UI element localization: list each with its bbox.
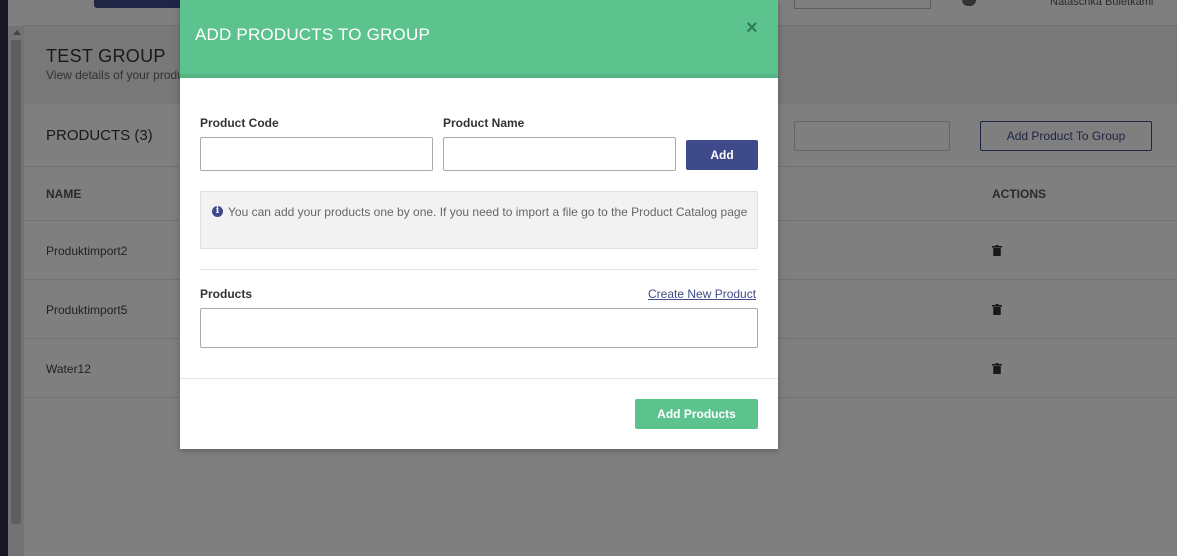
product-name-input[interactable] [443, 137, 676, 171]
products-label: Products [200, 287, 253, 301]
create-new-product-link[interactable]: Create New Product [648, 287, 756, 301]
info-icon: i [212, 206, 223, 217]
product-code-label: Product Code [200, 116, 279, 130]
add-products-modal: ADD PRODUCTS TO GROUP × Product Code Pro… [180, 0, 778, 449]
modal-header: ADD PRODUCTS TO GROUP × [180, 0, 778, 78]
modal-title: ADD PRODUCTS TO GROUP [195, 25, 430, 44]
close-icon[interactable]: × [746, 18, 758, 38]
product-name-label: Product Name [443, 116, 525, 130]
products-select-field[interactable] [200, 308, 758, 348]
add-products-button[interactable]: Add Products [635, 399, 758, 429]
info-message: i You can add your products one by one. … [200, 191, 758, 249]
add-button[interactable]: Add [686, 140, 758, 170]
section-divider [200, 269, 758, 270]
product-code-input[interactable] [200, 137, 433, 171]
info-text: You can add your products one by one. If… [228, 205, 748, 219]
footer-divider [180, 378, 778, 379]
